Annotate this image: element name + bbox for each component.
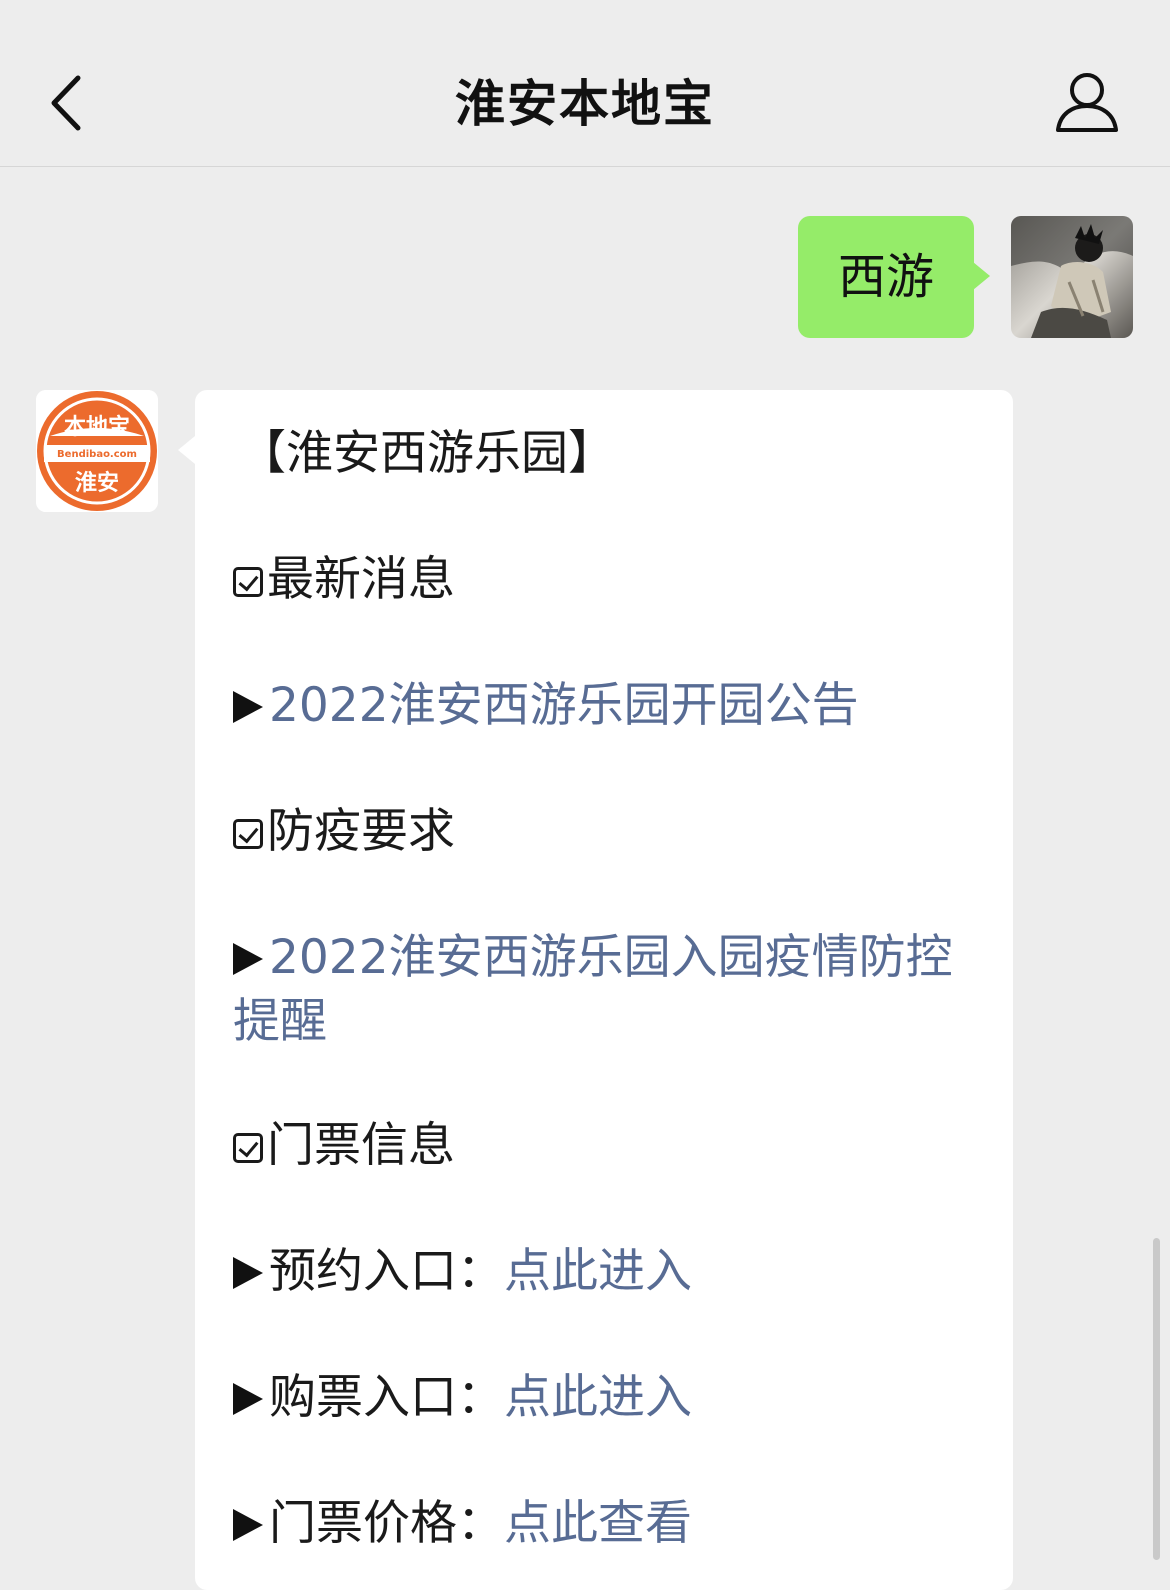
user-avatar[interactable]: [1011, 216, 1133, 338]
play-arrow-icon: [233, 943, 263, 975]
list-item: 购票入口：点此进入: [233, 1366, 993, 1430]
checkbox-icon: [233, 819, 263, 849]
section-heading: 防疫要求: [233, 800, 993, 864]
item-label: 预约入口：: [269, 1244, 504, 1299]
section-heading-label: 最新消息: [267, 552, 455, 607]
person-icon: [1056, 73, 1118, 132]
item-label: 购票入口：: [269, 1370, 504, 1425]
reservation-link[interactable]: 点此进入: [504, 1244, 692, 1299]
play-arrow-icon: [233, 1257, 263, 1289]
profile-button[interactable]: [1052, 70, 1122, 136]
scrollbar[interactable]: [1153, 1238, 1160, 1560]
section-heading: 最新消息: [233, 548, 993, 612]
ticket-price-link[interactable]: 点此查看: [504, 1496, 692, 1551]
back-button[interactable]: [38, 66, 98, 140]
play-arrow-icon: [233, 1509, 263, 1541]
bendibao-logo: 本地宝 Bendibao.com 淮安: [36, 390, 158, 512]
play-arrow-icon: [233, 691, 263, 723]
logo-brand-text: 本地宝: [64, 414, 130, 440]
outgoing-message-bubble[interactable]: 西游: [798, 216, 990, 338]
play-arrow-icon: [233, 1383, 263, 1415]
logo-site-text: Bendibao.com: [57, 449, 137, 460]
checkbox-icon: [233, 567, 263, 597]
user-avatar-photo: [1011, 216, 1133, 338]
section-heading: 门票信息: [233, 1114, 993, 1178]
chat-title: 淮安本地宝: [455, 75, 715, 133]
list-item: 2022淮安西游乐园开园公告: [233, 674, 993, 738]
epidemic-reminder-link[interactable]: 2022淮安西游乐园入园疫情防控提醒: [233, 930, 953, 1049]
top-navigation-bar: 淮安本地宝: [0, 0, 1170, 167]
bot-avatar[interactable]: 本地宝 Bendibao.com 淮安: [36, 390, 158, 512]
opening-notice-link[interactable]: 2022淮安西游乐园开园公告: [269, 678, 859, 733]
section-heading-label: 防疫要求: [267, 804, 455, 859]
ticket-purchase-link[interactable]: 点此进入: [504, 1370, 692, 1425]
list-item: 预约入口：点此进入: [233, 1240, 993, 1304]
checkbox-icon: [233, 1133, 263, 1163]
chevron-left-icon: [51, 75, 81, 131]
incoming-message-bubble: 【淮安西游乐园】 最新消息 2022淮安西游乐园开园公告 防疫要求 2022淮安…: [178, 390, 1013, 1590]
item-label: 门票价格：: [269, 1496, 504, 1551]
message-title: 【淮安西游乐园】: [239, 426, 615, 481]
logo-city-text: 淮安: [75, 470, 119, 496]
list-item: 2022淮安西游乐园入园疫情防控提醒: [233, 926, 973, 1054]
list-item: 门票价格：点此查看: [233, 1492, 993, 1556]
section-heading-label: 门票信息: [267, 1118, 455, 1173]
